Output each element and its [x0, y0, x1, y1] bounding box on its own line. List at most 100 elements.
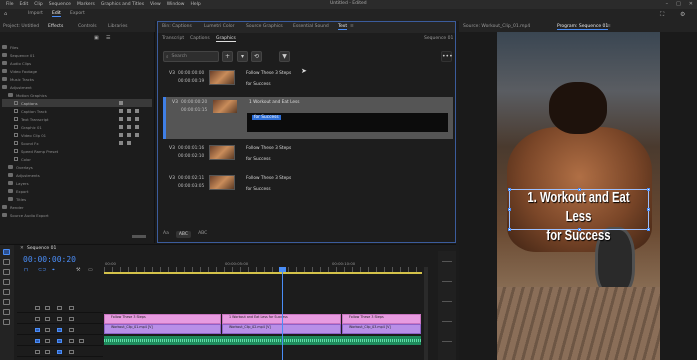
caption-selected-text[interactable]: for Success [252, 115, 281, 120]
tab-source-graphics[interactable]: Source Graphics [246, 24, 283, 29]
caption-row-selected[interactable]: V3 00:00:00:20 00:00:01:15 1 Workout and… [163, 97, 453, 139]
playhead[interactable] [279, 267, 286, 360]
mute-icon[interactable] [69, 339, 74, 343]
razor-tool-icon[interactable] [3, 279, 10, 285]
workspace-tab-import[interactable]: Import [28, 11, 43, 16]
maximize-icon[interactable]: □ [676, 1, 681, 7]
titlecase-button[interactable]: ABC [198, 231, 207, 238]
type-tool-icon[interactable] [3, 319, 10, 325]
panel-menu-icon[interactable]: ≡ [607, 24, 611, 29]
video-clip[interactable]: Workout_Clip_01.mp4 [V] [104, 324, 221, 334]
list-item[interactable]: Video Clip 01 [2, 131, 152, 139]
track-header-a1[interactable] [17, 336, 103, 346]
tab-libraries[interactable]: Libraries [108, 24, 127, 29]
lock-icon[interactable] [45, 317, 50, 321]
home-icon[interactable]: ⌂ [4, 11, 7, 17]
workspace-tab-edit[interactable]: Edit [52, 11, 61, 17]
fullscreen-icon[interactable]: ⛶ [660, 11, 664, 19]
list-item[interactable]: Speed Ramp Preset [2, 147, 152, 155]
track-output-icon[interactable] [57, 306, 62, 310]
caption-text-line[interactable]: Follow These 3 Steps [246, 71, 291, 76]
merge-captions-button[interactable]: ⟲ [251, 51, 262, 62]
caption-bounding-box[interactable] [508, 188, 650, 231]
list-item[interactable]: Music Tracks [2, 75, 152, 83]
menu-clip[interactable]: Clip [34, 2, 43, 7]
track-select-icon[interactable] [3, 259, 10, 265]
minimize-icon[interactable]: – [666, 1, 669, 7]
caption-row[interactable]: V3 00:00:00:00 00:00:00:19 Follow These … [163, 68, 453, 95]
toggle-sync-icon[interactable] [35, 306, 40, 310]
list-item[interactable]: Sequence 01 [2, 51, 152, 59]
track-target-icon[interactable] [57, 328, 62, 332]
resize-handle[interactable] [508, 188, 511, 191]
toggle-sync-icon[interactable] [35, 317, 40, 321]
eye-icon[interactable] [69, 317, 74, 321]
caption-text-line[interactable]: 1 Workout and Eat Less [249, 100, 300, 105]
resize-handle[interactable] [647, 228, 650, 231]
list-item[interactable]: Motion Graphics [2, 91, 152, 99]
resize-handle[interactable] [508, 208, 511, 211]
ripple-edit-icon[interactable] [3, 269, 10, 275]
tab-bin[interactable]: Bin: Captions [162, 24, 192, 29]
microphone-icon[interactable] [79, 339, 84, 343]
workspace-tab-export[interactable]: Export [70, 11, 85, 16]
list-item[interactable]: Adjustment [2, 83, 152, 91]
menu-file[interactable]: File [6, 2, 14, 7]
more-options-button[interactable]: ••• [441, 51, 453, 62]
track-header-v2[interactable] [17, 314, 103, 324]
caption-text-line[interactable]: Follow These 3 Steps [246, 146, 291, 151]
uppercase-button[interactable]: ABC [175, 231, 192, 238]
pen-tool-icon[interactable] [3, 299, 10, 305]
slip-tool-icon[interactable] [3, 289, 10, 295]
caption-text-line[interactable]: for Success [246, 187, 271, 192]
tab-lumetri[interactable]: Lumetri Color [204, 24, 234, 29]
caption-track-icon[interactable]: ▭ [88, 267, 93, 273]
caption-search-input[interactable]: ⌕ Search [163, 51, 219, 62]
menu-view[interactable]: View [150, 2, 161, 7]
tab-effects[interactable]: Effects [48, 24, 63, 29]
menu-edit[interactable]: Edit [20, 2, 29, 7]
timeline-scrollbar[interactable] [424, 267, 428, 360]
selection-tool-icon[interactable] [3, 249, 10, 255]
close-icon[interactable]: ✕ [689, 1, 693, 7]
source-patch-icon[interactable] [35, 350, 40, 354]
timeline-timecode[interactable]: 00:00:00:20 [23, 255, 76, 264]
list-item[interactable]: Video Footage [2, 67, 152, 75]
timeline-tab[interactable]: Sequence 01 [27, 246, 56, 251]
menu-icon[interactable]: ≡ [350, 24, 354, 29]
track-header-v1[interactable] [17, 325, 103, 335]
list-item[interactable]: Adjustments [2, 171, 152, 179]
source-patch-icon[interactable] [35, 328, 40, 332]
tab-transcript[interactable]: Transcript [162, 36, 184, 41]
add-caption-button[interactable]: + [222, 51, 233, 62]
list-view-icon[interactable]: ☰ [106, 35, 110, 41]
menu-sequence[interactable]: Sequence [49, 2, 71, 7]
lock-icon[interactable] [45, 350, 50, 354]
tab-controls[interactable]: Controls [78, 24, 97, 29]
caption-edit-field[interactable]: for Success [246, 112, 449, 133]
settings-icon[interactable]: ⚙ [680, 11, 685, 18]
caption-clip[interactable]: Follow These 3 Steps [342, 314, 421, 324]
list-item[interactable]: Overlays [2, 163, 152, 171]
resize-handle[interactable] [647, 188, 650, 191]
tab-project[interactable]: Project: Untitled [3, 24, 39, 29]
list-item[interactable]: Color [2, 155, 152, 163]
list-item[interactable]: Sound Fx [2, 139, 152, 147]
source-patch-icon[interactable] [35, 339, 40, 343]
list-item[interactable]: Audio Clips [2, 59, 152, 67]
tab-text[interactable]: Text [338, 24, 348, 30]
lowercase-button[interactable]: Aa [163, 231, 169, 238]
lock-icon[interactable] [45, 328, 50, 332]
video-preview[interactable]: 1. Workout and Eat Less for Success [497, 32, 660, 360]
menu-markers[interactable]: Markers [77, 2, 95, 7]
menu-window[interactable]: Window [167, 2, 185, 7]
resize-handle[interactable] [578, 228, 581, 231]
snap-icon[interactable]: ⊓ [24, 267, 28, 273]
list-item[interactable]: Layers [2, 179, 152, 187]
menu-graphics[interactable]: Graphics and Titles [101, 2, 144, 7]
list-item[interactable]: Caption Track [2, 107, 152, 115]
panel-scrollbar[interactable] [132, 235, 146, 238]
track-output-icon[interactable] [57, 317, 62, 321]
tab-source-monitor[interactable]: Source: Workout_Clip_01.mp4 [463, 24, 530, 29]
list-item[interactable]: Titles [2, 195, 152, 203]
